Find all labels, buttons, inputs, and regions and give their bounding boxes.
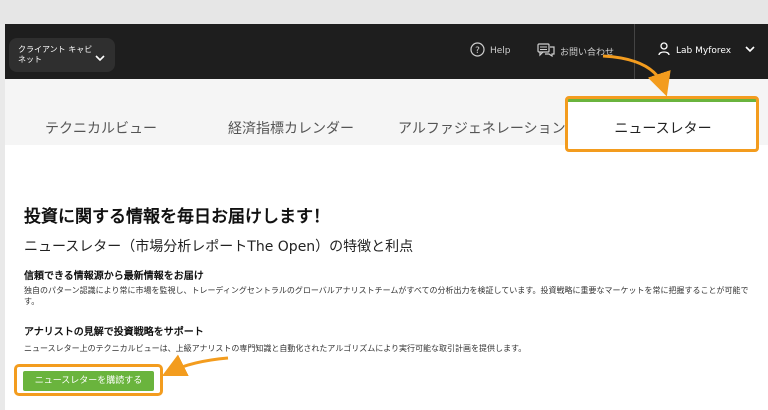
user-icon bbox=[658, 42, 670, 59]
chat-bubbles-icon bbox=[537, 42, 555, 60]
help-link[interactable]: ? Help bbox=[470, 42, 511, 60]
svg-text:?: ? bbox=[475, 46, 480, 56]
user-name: Lab Myforex bbox=[676, 45, 732, 56]
browser-top-strip bbox=[0, 0, 768, 24]
chevron-down-icon bbox=[745, 45, 755, 56]
header-divider bbox=[634, 24, 635, 79]
contact-link[interactable]: お問い合わせ bbox=[537, 42, 614, 60]
tab-economic-calendar[interactable]: 経済指標カレンダー bbox=[228, 118, 354, 138]
highlight-box-tab bbox=[565, 96, 759, 152]
section-heading-analyst-view: アナリストの見解で投資戦略をサポート bbox=[24, 327, 204, 338]
question-circle-icon: ? bbox=[470, 42, 485, 60]
section-text-reliable-info: 独自のパターン認識により常に市場を監視し、トレーディングセントラルのグローバルア… bbox=[24, 286, 749, 306]
section-text-analyst-view: ニュースレター上のテクニカルビューは、上級アナリストの専門知識と自動化されたアル… bbox=[24, 344, 527, 353]
top-navigation-bar bbox=[5, 24, 768, 79]
help-label: Help bbox=[490, 46, 511, 56]
tab-alpha-generation[interactable]: アルファジェネレーション bbox=[398, 118, 566, 138]
client-cabinet-label: クライアント キャビネット bbox=[18, 45, 93, 64]
contact-label: お問い合わせ bbox=[560, 47, 615, 58]
page-title: 投資に関する情報を毎日お届けします！ bbox=[24, 207, 330, 227]
tab-technical-view[interactable]: テクニカルビュー bbox=[45, 118, 157, 138]
user-menu[interactable]: Lab Myforex bbox=[658, 42, 755, 59]
highlight-box-button bbox=[14, 364, 163, 396]
page-subtitle: ニュースレター（市場分析レポートThe Open）の特徴と利点 bbox=[24, 239, 414, 255]
section-heading-reliable-info: 信頼できる情報源から最新情報をお届け bbox=[24, 271, 204, 282]
chevron-down-icon bbox=[95, 55, 105, 65]
client-cabinet-dropdown[interactable]: クライアント キャビネット bbox=[9, 38, 115, 72]
